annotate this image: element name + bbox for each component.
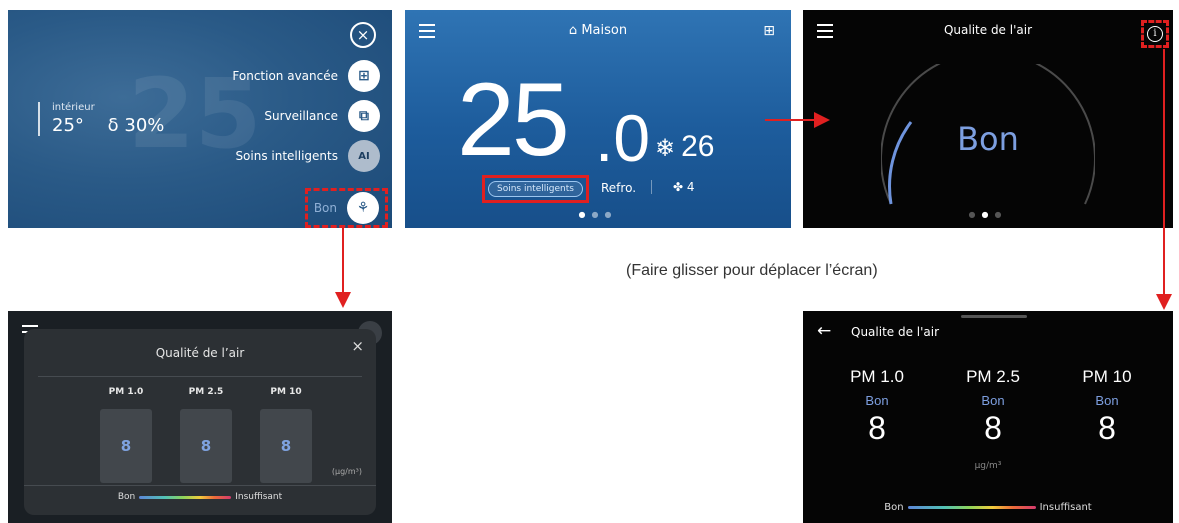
flow-arrows <box>335 49 1172 310</box>
